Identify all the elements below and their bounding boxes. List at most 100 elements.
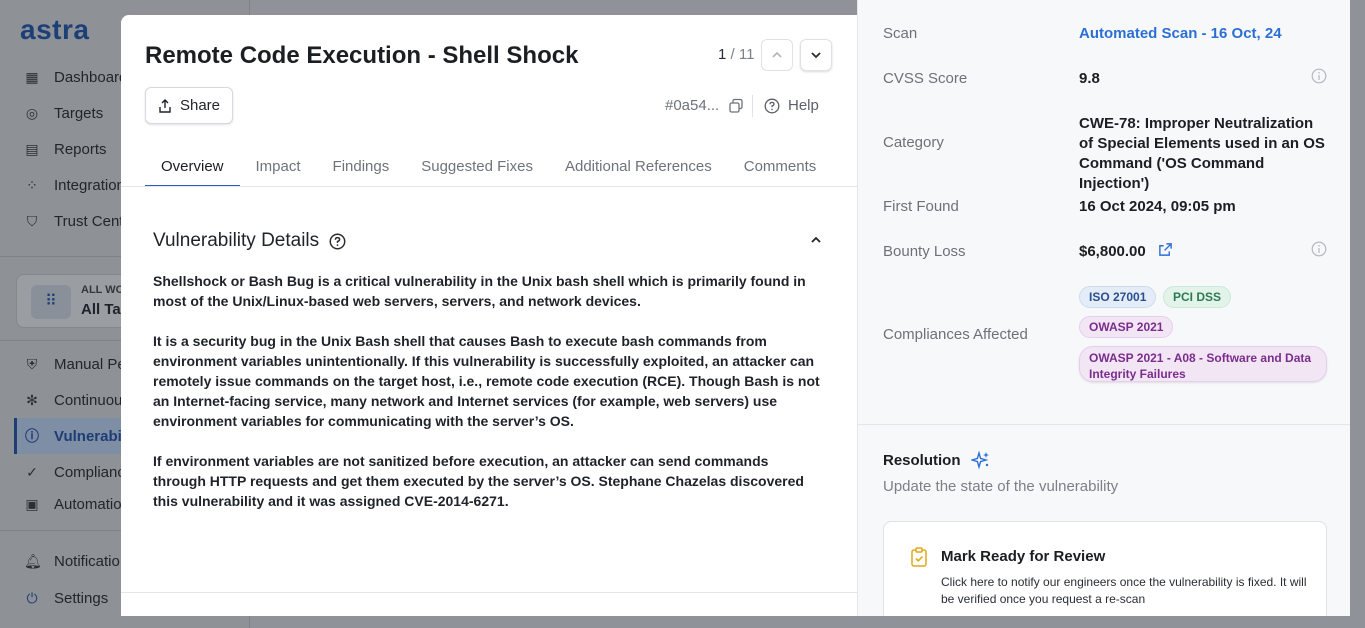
clipboard-check-icon xyxy=(911,547,927,567)
category-label: Category xyxy=(883,134,944,151)
bounty-loss-label: Bounty Loss xyxy=(883,243,966,260)
tabs-divider xyxy=(121,186,857,187)
help-circle-icon[interactable] xyxy=(329,233,346,250)
document-icon: ▤ xyxy=(25,141,39,157)
sidebar-item-trust-center[interactable]: ⛉ Trust Center xyxy=(24,209,137,233)
resolution-title: Resolution xyxy=(883,451,961,469)
category-value: CWE-78: Improper Neutralization of Speci… xyxy=(1079,115,1325,192)
sidebar-item-label: Manual Pe xyxy=(54,355,126,373)
check-circle-icon: ✓ xyxy=(26,464,38,480)
tab-overview[interactable]: Overview xyxy=(145,151,240,187)
compliance-badge: ISO 27001 xyxy=(1079,286,1157,308)
header-separator xyxy=(752,95,753,117)
target-icon: ◎ xyxy=(25,105,39,121)
cvss-value: 9.8 xyxy=(1079,70,1100,87)
sidebar-item-label: Reports xyxy=(54,140,107,158)
compliance-badge: OWASP 2021 xyxy=(1079,316,1174,338)
sidebar-item-automation[interactable]: ▣ Automatio xyxy=(24,496,122,512)
workspace-name: All Tar xyxy=(81,301,127,318)
shield-icon: ⛨ xyxy=(26,356,38,372)
vulnerability-id: #0a54... xyxy=(665,97,720,114)
sidebar-item-label: Continuou xyxy=(54,391,123,409)
bounty-loss-value: $6,800.00 xyxy=(1079,243,1146,260)
section-title-text: Vulnerability Details xyxy=(153,230,320,251)
footer-divider xyxy=(121,592,857,593)
cvss-label: CVSS Score xyxy=(883,70,968,87)
pager-indicator: 1 / 11 xyxy=(718,46,754,63)
tab-comments[interactable]: Comments xyxy=(728,151,833,187)
help-label: Help xyxy=(788,97,819,114)
mark-ready-for-review-card[interactable]: Mark Ready for Review Click here to noti… xyxy=(883,521,1327,616)
sidebar-item-label: Targets xyxy=(54,104,104,122)
help-circle-icon xyxy=(764,98,780,113)
vulnerability-details-heading: Vulnerability Details xyxy=(153,230,346,252)
compliances-label: Compliances Affected xyxy=(883,326,1028,343)
sidebar-item-reports[interactable]: ▤ Reports xyxy=(24,137,107,161)
sidebar-item-continuous[interactable]: ✻ Continuou xyxy=(24,388,122,412)
sidebar-item-label: Automatio xyxy=(54,496,122,512)
card-description: Click here to notify our engineers once … xyxy=(941,575,1307,606)
sidebar-item-targets[interactable]: ◎ Targets xyxy=(24,101,103,125)
help-button[interactable]: Help xyxy=(764,97,819,114)
bell-icon: 🔔︎ xyxy=(24,553,42,569)
description-paragraph: It is a security bug in the Unix Bash sh… xyxy=(153,333,820,429)
compliance-badge: PCI DSS xyxy=(1163,286,1232,308)
compliance-badge: OWASP 2021 - A08 - Software and Data Int… xyxy=(1079,346,1327,382)
resolution-heading: Resolution xyxy=(883,450,991,470)
tab-findings[interactable]: Findings xyxy=(317,151,406,187)
sidebar-item-vulnerabilities[interactable]: ⓘ Vulnerabi xyxy=(24,424,122,448)
description-paragraph: If environment variables are not sanitiz… xyxy=(153,453,804,509)
settings-icon: ⏻ xyxy=(26,590,38,606)
vulnerability-details-panel: Scan Automated Scan - 16 Oct, 24 CVSS Sc… xyxy=(857,0,1350,616)
sidebar-item-label: Notificatio xyxy=(54,552,120,570)
vulnerability-description: Shellshock or Bash Bug is a critical vul… xyxy=(153,271,825,531)
external-link-icon[interactable] xyxy=(1158,242,1173,257)
tab-suggested-fixes[interactable]: Suggested Fixes xyxy=(405,151,549,187)
workspace-caption: ALL WO xyxy=(81,284,125,296)
vulnerability-modal-main: Remote Code Execution - Shell Shock 1 / … xyxy=(121,15,857,616)
scan-label: Scan xyxy=(883,25,918,42)
next-button[interactable] xyxy=(800,39,832,71)
sparkles-icon xyxy=(970,450,989,470)
detail-tabs: Overview Impact Findings Suggested Fixes… xyxy=(145,151,832,187)
scan-link[interactable]: Automated Scan - 16 Oct, 24 xyxy=(1079,25,1282,42)
collapse-chevron-icon[interactable] xyxy=(809,233,823,247)
astra-logo[interactable]: astra xyxy=(20,14,89,46)
shield-check-icon: ⛉ xyxy=(26,213,38,229)
copy-icon[interactable] xyxy=(728,98,744,114)
bug-icon: ✻ xyxy=(26,392,38,408)
chevron-up-icon xyxy=(772,51,782,58)
integrations-icon: ⁘ xyxy=(26,177,38,193)
share-icon xyxy=(159,98,171,113)
chevron-down-icon xyxy=(811,52,821,59)
vulnerability-title: Remote Code Execution - Shell Shock xyxy=(145,42,579,69)
sidebar-item-dashboard[interactable]: ▦ Dashboard xyxy=(24,65,127,89)
sidebar-item-settings[interactable]: ⏻ Settings xyxy=(24,586,108,610)
tab-impact[interactable]: Impact xyxy=(240,151,317,187)
sidebar-item-label: Vulnerabi xyxy=(54,427,122,445)
sidebar-item-integrations[interactable]: ⁘ Integrations xyxy=(24,173,132,197)
pager-total: / 11 xyxy=(730,46,755,63)
grid-dots-icon: ⠿ xyxy=(31,285,71,319)
card-title: Mark Ready for Review xyxy=(941,548,1106,565)
pager-current: 1 xyxy=(718,46,727,63)
info-icon[interactable] xyxy=(1311,68,1327,84)
tab-additional-references[interactable]: Additional References xyxy=(549,151,728,187)
sidebar-item-manual-pentest[interactable]: ⛨ Manual Pe xyxy=(24,352,126,376)
previous-button[interactable] xyxy=(761,39,793,71)
sidebar-item-compliance[interactable]: ✓ Complianc xyxy=(24,460,125,484)
panel-divider xyxy=(858,424,1350,425)
share-button[interactable]: Share xyxy=(145,87,233,124)
alert-circle-icon: ⓘ xyxy=(25,428,39,444)
sidebar-item-label: Complianc xyxy=(54,463,125,481)
calendar-icon: ▣ xyxy=(25,496,39,512)
sidebar-item-label: Dashboard xyxy=(54,68,128,86)
resolution-subtitle: Update the state of the vulnerability xyxy=(883,478,1119,495)
sidebar-item-notifications[interactable]: 🔔︎ Notificatio xyxy=(24,549,120,573)
grid-icon: ▦ xyxy=(25,69,39,85)
first-found-label: First Found xyxy=(883,198,959,215)
sidebar-item-label: Settings xyxy=(54,589,109,607)
description-paragraph: Shellshock or Bash Bug is a critical vul… xyxy=(153,273,806,309)
first-found-value: 16 Oct 2024, 09:05 pm xyxy=(1079,198,1236,215)
info-icon[interactable] xyxy=(1311,241,1327,257)
